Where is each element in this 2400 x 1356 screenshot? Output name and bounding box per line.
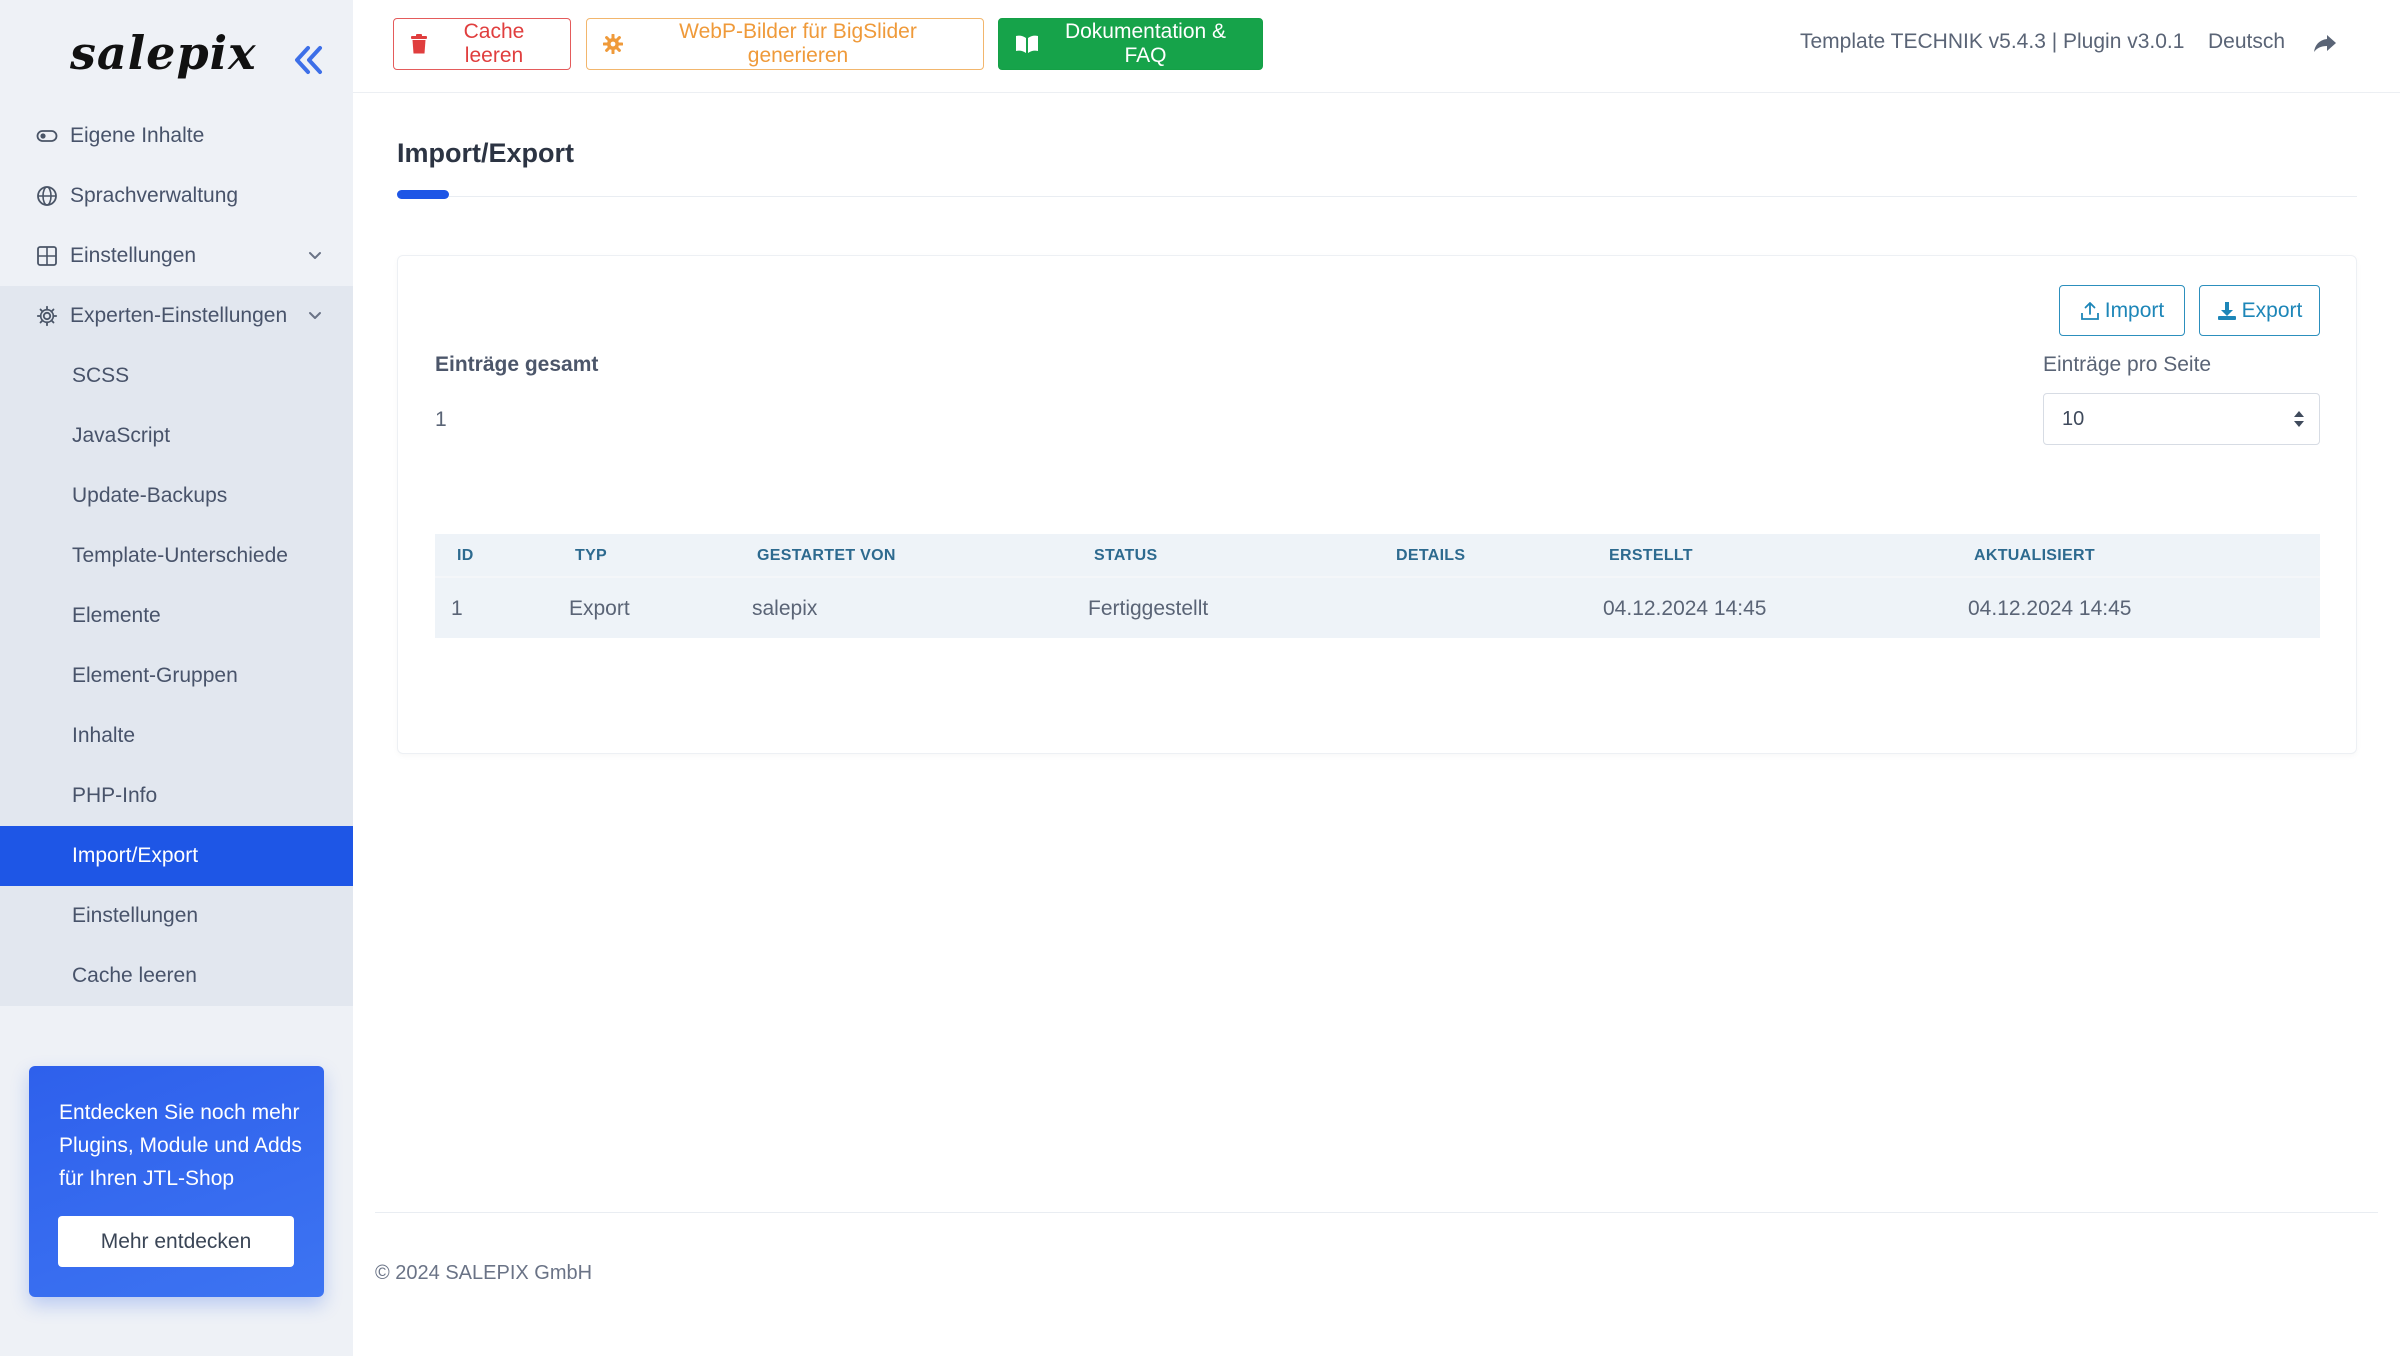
import-label: Import <box>2104 298 2165 322</box>
column-header-typ: TYP <box>575 547 608 564</box>
sidebar-subitem-php-info[interactable]: PHP-Info <box>0 766 353 826</box>
topbar: Cache leeren WebP-Bilder für BigSlider g… <box>353 0 2400 93</box>
page-title: Import/Export <box>397 138 575 168</box>
sidebar-item-label: Einstellungen <box>70 244 197 267</box>
cell-aktualisiert: 04.12.2024 14:45 <box>1968 597 2132 620</box>
sidebar-item-experten-einstellungen[interactable]: Experten-Einstellungen <box>0 286 353 346</box>
sidebar-item-label: Experten-Einstellungen <box>70 304 288 327</box>
sidebar-subitem-elemente[interactable]: Elemente <box>0 586 353 646</box>
total-entries-value: 1 <box>435 408 447 431</box>
sidebar-subitem-javascript[interactable]: JavaScript <box>0 406 353 466</box>
sidebar: salepix Eigene Inhalte Sprachverwaltung <box>0 0 353 1356</box>
language-selector[interactable]: Deutsch <box>2208 30 2285 54</box>
sidebar-item-label: Sprachverwaltung <box>70 184 239 207</box>
sidebar-subitem-update-backups[interactable]: Update-Backups <box>0 466 353 526</box>
sort-caret-icon <box>2294 411 2304 427</box>
brand-area: salepix <box>0 0 353 112</box>
cell-id: 1 <box>451 597 463 620</box>
sidebar-item-einstellungen[interactable]: Einstellungen <box>0 226 353 286</box>
table-row[interactable]: 1 Export salepix Fertiggestellt 04.12.20… <box>435 576 2320 638</box>
promo-text: Entdecken Sie noch mehr Plugins, Module … <box>59 1101 302 1190</box>
cell-erstellt: 04.12.2024 14:45 <box>1603 597 1767 620</box>
cell-typ: Export <box>569 597 630 620</box>
import-button[interactable]: Import <box>2059 285 2185 336</box>
download-icon <box>2217 301 2237 321</box>
jobs-table: ID TYP GESTARTET VON STATUS DETAILS ERST… <box>435 534 2320 638</box>
upload-icon <box>2080 301 2100 321</box>
sidebar-subitem-inhalte[interactable]: Inhalte <box>0 706 353 766</box>
per-page-label: Einträge pro Seite <box>2043 353 2212 376</box>
column-header-erstellt: ERSTELLT <box>1609 547 1693 564</box>
export-button[interactable]: Export <box>2199 285 2320 336</box>
sidebar-subitem-einstellungen[interactable]: Einstellungen <box>0 886 353 946</box>
title-accent-bar <box>397 190 449 199</box>
sidebar-subitem-scss[interactable]: SCSS <box>0 346 353 406</box>
chevron-down-icon <box>309 312 321 319</box>
cache-leeren-label: Cache leeren <box>463 20 525 67</box>
promo-card: Entdecken Sie noch mehr Plugins, Module … <box>29 1066 324 1297</box>
column-header-gestartet-von: GESTARTET VON <box>757 547 896 564</box>
sidebar-subitem-template-unterschiede[interactable]: Template-Unterschiede <box>0 526 353 586</box>
title-divider <box>397 196 2357 197</box>
sidebar-submenu: SCSS JavaScript Update-Backups Template-… <box>0 346 353 1006</box>
footer-copyright: © 2024 SALEPIX GmbH <box>375 1262 593 1284</box>
column-header-id: ID <box>457 547 474 564</box>
sidebar-nav: Eigene Inhalte Sprachverwaltung Einstell… <box>0 106 353 1006</box>
chevron-down-icon <box>309 252 321 259</box>
gear-icon <box>34 303 60 329</box>
share-icon[interactable] <box>2312 30 2338 56</box>
toggle-icon <box>34 123 60 149</box>
sidebar-subitem-import-export[interactable]: Import/Export <box>0 826 353 886</box>
cell-status: Fertiggestellt <box>1088 597 1209 620</box>
logo: salepix <box>70 26 257 80</box>
sidebar-item-label: Eigene Inhalte <box>70 124 205 147</box>
total-entries-label: Einträge gesamt <box>435 353 599 376</box>
footer-divider <box>375 1212 2378 1213</box>
documentation-button[interactable]: Dokumentation & FAQ <box>998 18 1263 70</box>
trash-icon <box>410 34 428 54</box>
webp-generate-label: WebP-Bilder für BigSlider generieren <box>679 20 917 67</box>
column-header-aktualisiert: AKTUALISIERT <box>1974 547 2095 564</box>
version-info: Template TECHNIK v5.4.3 | Plugin v3.0.1 <box>1800 30 2185 53</box>
export-label: Export <box>2241 298 2303 322</box>
sidebar-subitem-cache-leeren[interactable]: Cache leeren <box>0 946 353 1006</box>
mehr-entdecken-button[interactable]: Mehr entdecken <box>58 1216 294 1267</box>
import-export-card: Import Export Einträge gesamt 1 Einträge… <box>397 255 2357 754</box>
grid-icon <box>34 243 60 269</box>
cog-icon <box>603 34 623 54</box>
documentation-label: Dokumentation & FAQ <box>1064 20 1227 67</box>
cell-gestartet-von: salepix <box>752 597 818 620</box>
sidebar-subitem-element-gruppen[interactable]: Element-Gruppen <box>0 646 353 706</box>
sidebar-item-eigene-inhalte[interactable]: Eigene Inhalte <box>0 106 353 166</box>
table-header: ID TYP GESTARTET VON STATUS DETAILS ERST… <box>435 534 2320 576</box>
webp-generate-button[interactable]: WebP-Bilder für BigSlider generieren <box>586 18 984 70</box>
app-window: salepix Eigene Inhalte Sprachverwaltung <box>0 0 2400 1356</box>
per-page-value: 10 <box>2062 407 2085 430</box>
collapse-sidebar-icon[interactable] <box>288 40 328 80</box>
cache-leeren-button[interactable]: Cache leeren <box>393 18 571 70</box>
globe-icon <box>34 183 60 209</box>
column-header-status: STATUS <box>1094 547 1158 564</box>
per-page-select[interactable]: 10 <box>2043 393 2320 445</box>
book-icon <box>1015 34 1039 54</box>
column-header-details: DETAILS <box>1396 547 1466 564</box>
sidebar-item-sprachverwaltung[interactable]: Sprachverwaltung <box>0 166 353 226</box>
